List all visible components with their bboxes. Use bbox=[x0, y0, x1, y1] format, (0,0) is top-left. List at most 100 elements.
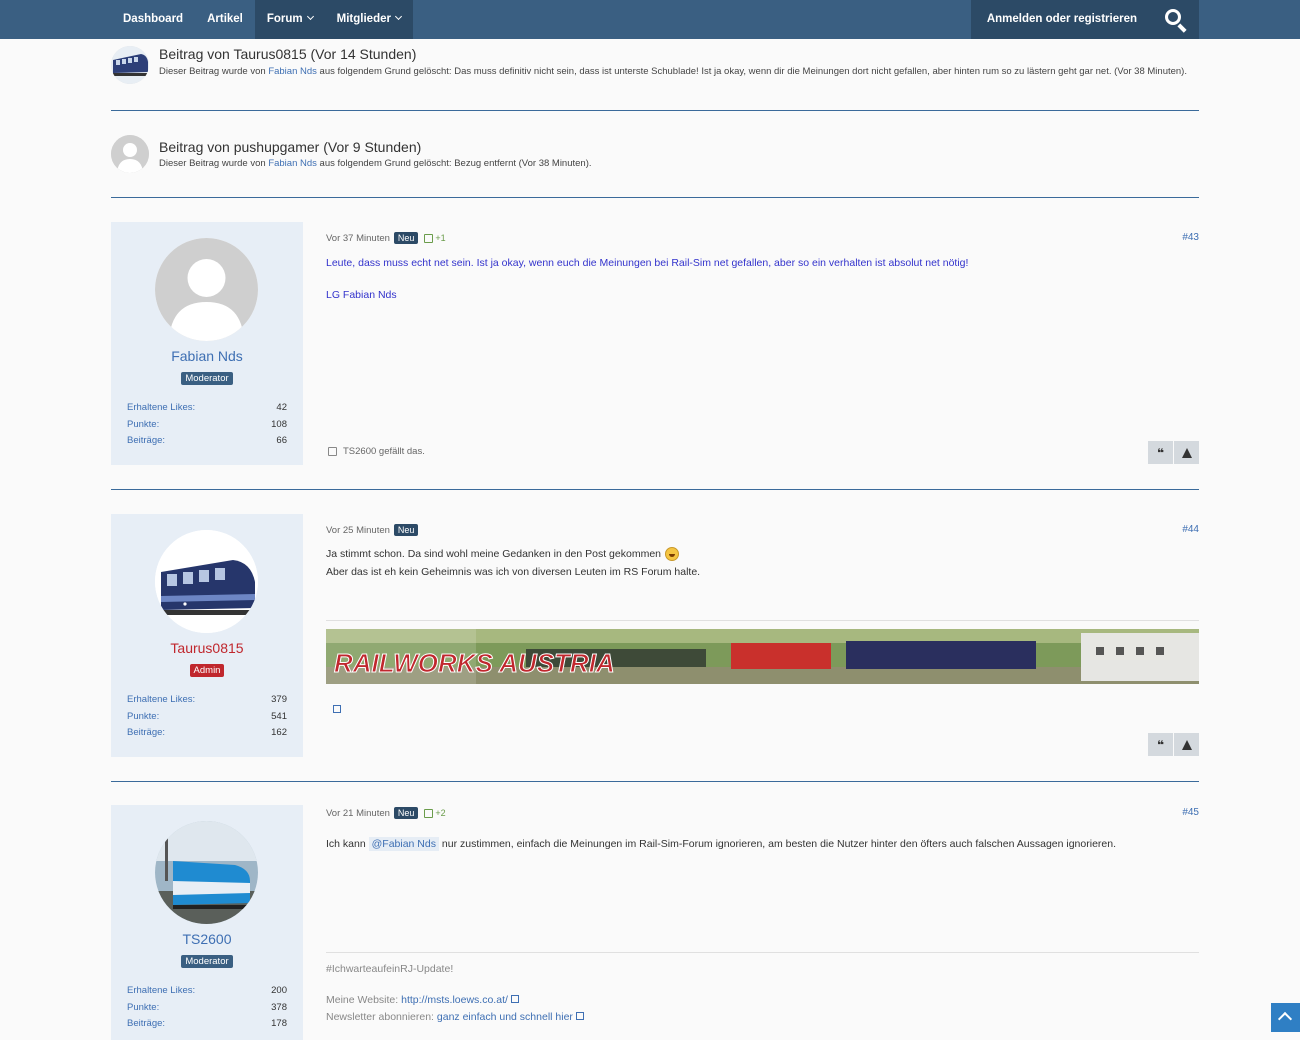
new-badge: Neu bbox=[393, 807, 419, 819]
deleted-post-title: Beitrag von pushupgamer (Vor 9 Stunden) bbox=[159, 139, 422, 155]
main-menu: Dashboard Artikel Forum Mitglieder bbox=[111, 0, 413, 39]
new-badge: Neu bbox=[393, 524, 419, 536]
signature-hashtag: #IchwarteaufeinRJ-Update! bbox=[326, 963, 454, 975]
stat-likes: Erhaltene Likes: 42 bbox=[127, 400, 287, 417]
nav-articles[interactable]: Artikel bbox=[195, 0, 255, 39]
post-content: Vor 21 Minuten Neu +2 #45 Ich kann @Fabi… bbox=[326, 805, 1199, 1040]
moderator-link[interactable]: Fabian Nds bbox=[268, 158, 317, 169]
user-sidebar: Fabian Nds Moderator Erhaltene Likes: 42 … bbox=[111, 222, 303, 465]
post-meta: Vor 37 Minuten Neu +1 bbox=[326, 232, 446, 244]
rank-label: Moderator bbox=[181, 955, 233, 968]
user-mention[interactable]: @Fabian Nds bbox=[368, 837, 439, 851]
stat-likes: Erhaltene Likes: 379 bbox=[127, 692, 287, 709]
stat-label[interactable]: Punkte: bbox=[127, 709, 159, 726]
report-button[interactable] bbox=[1174, 441, 1199, 464]
stat-label[interactable]: Erhaltene Likes: bbox=[127, 400, 195, 417]
deleted-post: Beitrag von Taurus0815 (Vor 14 Stunden) … bbox=[111, 46, 1199, 86]
quote-button[interactable]: ❝ bbox=[1148, 441, 1173, 464]
nav-forum-label: Forum bbox=[266, 13, 303, 25]
deletion-reason-text: aus folgendem Grund gelöscht: Das muss d… bbox=[319, 66, 1187, 77]
top-navigation-bar: Dashboard Artikel Forum Mitglieder Anmel… bbox=[0, 0, 1300, 39]
post-permalink[interactable]: #43 bbox=[1182, 232, 1199, 243]
username-link[interactable]: Fabian Nds bbox=[111, 348, 303, 364]
post-message: Leute, dass muss echt net sein. Ist ja o… bbox=[326, 257, 969, 269]
warning-icon bbox=[1181, 739, 1192, 750]
external-link-square bbox=[333, 705, 341, 713]
post-time[interactable]: Vor 37 Minuten bbox=[326, 233, 390, 244]
post-meta: Vor 25 Minuten Neu bbox=[326, 524, 419, 536]
signature: #IchwarteaufeinRJ-Update! Meine Website:… bbox=[326, 961, 584, 1026]
post-time[interactable]: Vor 25 Minuten bbox=[326, 525, 390, 536]
stat-label[interactable]: Beiträge: bbox=[127, 1016, 165, 1033]
forum-post: TS2600 Moderator Erhaltene Likes: 200 Pun… bbox=[111, 805, 1199, 1040]
nav-members-label: Mitglieder bbox=[336, 13, 391, 25]
chevron-down-icon bbox=[306, 12, 314, 21]
rank-label: Admin bbox=[189, 664, 225, 677]
website-link[interactable]: http://msts.loews.co.at/ bbox=[401, 994, 508, 1006]
post-divider bbox=[111, 110, 1199, 111]
nav-members[interactable]: Mitglieder bbox=[324, 0, 413, 39]
stat-posts: Beiträge: 178 bbox=[127, 1016, 287, 1033]
stat-value: 66 bbox=[276, 435, 287, 446]
report-button[interactable] bbox=[1174, 733, 1199, 756]
stat-posts: Beiträge: 162 bbox=[127, 725, 287, 742]
stat-label[interactable]: Erhaltene Likes: bbox=[127, 983, 195, 1000]
signature-label: Newsletter abonnieren: bbox=[326, 1011, 434, 1023]
stat-label[interactable]: Punkte: bbox=[127, 1000, 159, 1017]
post-actions: ❝ bbox=[1148, 733, 1199, 756]
liked-by-text[interactable]: TS2600 gefällt das. bbox=[343, 446, 425, 457]
username-link[interactable]: TS2600 bbox=[111, 931, 303, 947]
post-permalink[interactable]: #44 bbox=[1182, 524, 1199, 535]
signature-spacer bbox=[326, 978, 584, 992]
avatar[interactable] bbox=[155, 238, 258, 341]
post-divider bbox=[111, 489, 1199, 490]
stat-value: 162 bbox=[271, 727, 287, 738]
user-sidebar: TS2600 Moderator Erhaltene Likes: 200 Pun… bbox=[111, 805, 303, 1040]
stat-label[interactable]: Beiträge: bbox=[127, 725, 165, 742]
deletion-reason: Dieser Beitrag wurde von Fabian Nds aus … bbox=[159, 65, 1199, 79]
stat-value: 178 bbox=[271, 1018, 287, 1029]
avatar[interactable] bbox=[111, 135, 149, 173]
thumbs-up-icon bbox=[328, 447, 337, 456]
signature-separator bbox=[326, 952, 1199, 953]
message-text: nur zustimmen, einfach die Meinungen im … bbox=[441, 838, 1116, 850]
like-count[interactable]: +1 bbox=[435, 233, 445, 243]
chevron-down-icon bbox=[394, 12, 403, 21]
external-link-icon[interactable] bbox=[330, 704, 341, 716]
signature-banner: RAILWORKS AUSTRIA bbox=[326, 629, 1199, 684]
username-link[interactable]: Taurus0815 bbox=[111, 640, 303, 656]
chevron-up-icon bbox=[1277, 1011, 1293, 1027]
avatar[interactable] bbox=[155, 530, 258, 633]
login-register-link[interactable]: Anmelden oder registrieren bbox=[970, 0, 1153, 39]
post-content: Vor 25 Minuten Neu #44 Ja stimmt schon. … bbox=[326, 514, 1199, 757]
stat-label[interactable]: Beiträge: bbox=[127, 433, 165, 450]
search-button[interactable] bbox=[1153, 0, 1199, 39]
post-time[interactable]: Vor 21 Minuten bbox=[326, 808, 390, 819]
post-divider bbox=[111, 197, 1199, 198]
stat-points: Punkte: 541 bbox=[127, 709, 287, 726]
newsletter-link[interactable]: ganz einfach und schnell hier bbox=[437, 1011, 573, 1023]
likes-summary: TS2600 gefällt das. bbox=[326, 446, 425, 457]
stat-label[interactable]: Punkte: bbox=[127, 417, 159, 434]
stat-label[interactable]: Erhaltene Likes: bbox=[127, 692, 195, 709]
avatar[interactable] bbox=[155, 821, 258, 924]
quote-icon: ❝ bbox=[1156, 445, 1165, 460]
user-rank-badge: Moderator bbox=[111, 955, 303, 968]
warning-icon bbox=[1181, 447, 1192, 458]
quote-button[interactable]: ❝ bbox=[1148, 733, 1173, 756]
post-divider bbox=[111, 781, 1199, 782]
stat-value: 378 bbox=[271, 1001, 287, 1013]
message-line: Aber das ist eh kein Geheimnis was ich v… bbox=[326, 566, 701, 578]
deletion-reason-text: aus folgendem Grund gelöscht: Bezug entf… bbox=[319, 158, 592, 169]
post-permalink[interactable]: #45 bbox=[1182, 807, 1199, 818]
scroll-to-top-button[interactable] bbox=[1271, 1003, 1300, 1032]
nav-dashboard[interactable]: Dashboard bbox=[111, 0, 195, 39]
signature-label: Meine Website: bbox=[326, 994, 399, 1006]
like-count[interactable]: +2 bbox=[435, 808, 445, 818]
search-icon-handle bbox=[1177, 23, 1187, 33]
nav-forum[interactable]: Forum bbox=[254, 0, 325, 39]
signature-separator bbox=[326, 620, 1199, 621]
moderator-link[interactable]: Fabian Nds bbox=[268, 66, 317, 77]
avatar[interactable] bbox=[111, 46, 149, 84]
user-rank-badge: Admin bbox=[111, 664, 303, 677]
